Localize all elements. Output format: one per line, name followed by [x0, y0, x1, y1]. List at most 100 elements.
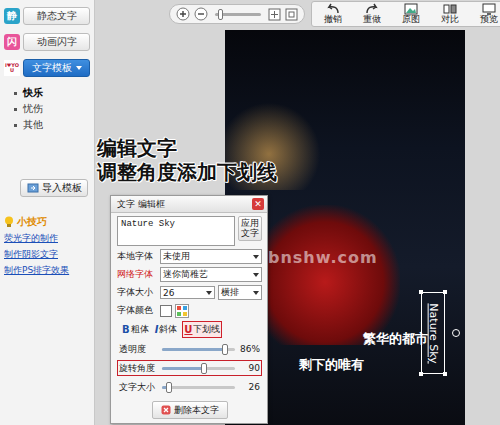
mode-icon: I♥YOU — [4, 60, 20, 76]
text-layer[interactable]: 剩下的唯有 — [299, 356, 364, 374]
text-style-icon: U — [184, 324, 192, 335]
category-item[interactable]: 其他 — [14, 117, 90, 133]
text-input-row: Nature Sky应用文字 — [117, 216, 262, 246]
color-swatch[interactable] — [160, 305, 172, 317]
text-style-row: B粗体 I斜体U下划线 — [117, 321, 262, 338]
slider-label: 透明度 — [119, 343, 159, 356]
bullet-icon — [14, 92, 17, 95]
rotate-handle-icon[interactable] — [452, 329, 460, 337]
font-select[interactable]: 迷你简稚艺 — [160, 267, 262, 282]
font-select[interactable]: 未使用 — [160, 249, 262, 264]
rotated-text: Nature Sky — [427, 303, 440, 363]
mode-button[interactable]: 动画闪字 — [23, 33, 90, 51]
category-item[interactable]: 忧伤 — [14, 101, 90, 117]
delete-text-button[interactable]: 删除本文字 — [152, 401, 228, 419]
slider-row: 旋转角度90 — [117, 360, 262, 376]
category-list: 快乐 忧伤 其他 — [4, 85, 90, 133]
bullet-icon — [14, 108, 17, 111]
font-field-row: 本地字体未使用 — [117, 249, 262, 264]
resize-handle[interactable] — [419, 372, 423, 376]
fit-window-icon[interactable] — [268, 8, 281, 21]
slider-thumb[interactable] — [222, 344, 228, 355]
field-label: 字体大小 — [117, 286, 157, 299]
slider-row: 文字大小26 — [117, 379, 262, 395]
caption-line: 调整角度添加下划线 — [97, 160, 277, 184]
resize-handle[interactable] — [419, 290, 423, 294]
redo-icon — [365, 3, 379, 15]
mode-icon: 闪 — [4, 34, 20, 50]
dropdown-arrow-icon — [253, 255, 259, 259]
mode-button[interactable]: 文字模板 — [23, 59, 90, 77]
orientation-select[interactable]: 横排 — [218, 285, 262, 300]
zoom-slider-thumb[interactable] — [218, 9, 223, 20]
import-icon — [27, 182, 39, 194]
toolbar-button[interactable]: 预览 — [470, 3, 500, 25]
slider-track[interactable] — [162, 386, 235, 389]
font-size-select[interactable]: 26 — [160, 286, 215, 299]
tips-panel: 小技巧荧光字的制作制作阴影文字制作PS排字效果 — [4, 215, 90, 277]
tip-link[interactable]: 荧光字的制作 — [4, 232, 90, 245]
slider-fill — [162, 367, 204, 370]
toolbar-button-label: 对比 — [441, 15, 459, 25]
lightbulb-icon — [4, 216, 14, 228]
annotation-caption: 编辑文字调整角度添加下划线 — [97, 136, 277, 184]
slider-label: 旋转角度 — [119, 362, 159, 375]
field-label: 本地字体 — [117, 250, 157, 263]
font-color-row: 字体颜色 — [117, 303, 262, 318]
zoom-slider[interactable] — [215, 13, 261, 16]
close-button[interactable]: ✕ — [252, 198, 264, 210]
tip-link[interactable]: 制作PS排字效果 — [4, 264, 90, 277]
field-label: 网络字体 — [117, 268, 157, 281]
toolbar-button[interactable]: 对比 — [431, 3, 469, 25]
mode-row: 静静态文字 — [4, 7, 90, 25]
resize-handle[interactable] — [443, 290, 447, 294]
tip-link[interactable]: 制作阴影文字 — [4, 248, 90, 261]
text-input[interactable]: Nature Sky — [117, 216, 235, 246]
delete-row: 删除本文字 — [117, 398, 262, 420]
text-style-icon: I — [155, 324, 159, 335]
text-style-icon: B — [122, 324, 130, 335]
font-size-row: 字体大小26横排 — [117, 285, 262, 300]
caption-line: 编辑文字 — [97, 136, 277, 160]
actual-size-icon[interactable] — [285, 8, 298, 21]
field-label: 字体颜色 — [117, 304, 157, 317]
text-style-toggle[interactable]: B粗体 — [121, 322, 150, 337]
category-item[interactable]: 快乐 — [14, 85, 90, 101]
rotated-text-layer[interactable]: Nature Sky — [421, 292, 445, 374]
dropdown-arrow-icon — [253, 273, 259, 277]
toolbar-button[interactable]: 原图 — [392, 3, 430, 25]
slider-thumb[interactable] — [201, 363, 207, 374]
apply-button[interactable]: 应用文字 — [238, 216, 262, 241]
sidebar: 静静态文字 闪动画闪字 I♥YOU文字模板 快乐 忧伤 其他 导入模板 小技巧荧… — [0, 0, 95, 425]
color-palette-icon[interactable] — [175, 304, 189, 318]
text-layer[interactable]: 繁华的都市 — [363, 330, 428, 348]
resize-handle[interactable] — [443, 372, 447, 376]
app-window: 静静态文字 闪动画闪字 I♥YOU文字模板 快乐 忧伤 其他 导入模板 小技巧荧… — [0, 0, 500, 425]
mode-row: I♥YOU文字模板 — [4, 59, 90, 77]
slider-reading: 26 — [238, 382, 260, 392]
toolbar-button[interactable]: 重做 — [353, 3, 391, 25]
slider-track[interactable] — [162, 367, 235, 370]
text-edit-dialog: 文字 编辑框✕Nature Sky应用文字本地字体未使用网络字体迷你简稚艺字体大… — [110, 195, 268, 424]
zoom-out-icon[interactable] — [194, 7, 208, 21]
dialog-title-bar: 文字 编辑框✕ — [111, 196, 267, 213]
dropdown-arrow-icon — [206, 291, 212, 295]
tips-title: 小技巧 — [4, 215, 90, 229]
mode-button[interactable]: 静态文字 — [23, 7, 90, 25]
slider-thumb[interactable] — [166, 382, 172, 393]
slider-track[interactable] — [162, 348, 235, 351]
text-style-toggle[interactable]: U下划线 — [182, 321, 222, 338]
toolbar-button[interactable]: 撤销 — [314, 3, 352, 25]
zoom-in-icon[interactable] — [176, 7, 190, 21]
bullet-icon — [14, 124, 17, 127]
delete-icon — [161, 405, 171, 415]
text-style-toggle[interactable]: I斜体 — [154, 322, 179, 337]
font-field-row: 网络字体迷你简稚艺 — [117, 267, 262, 282]
slider-reading: 86% — [238, 344, 260, 354]
action-buttons: 撤销重做原图 对比 预览 — [311, 1, 500, 27]
slider-row: 透明度 86% — [117, 341, 262, 357]
import-button[interactable]: 导入模板 — [20, 179, 88, 197]
slider-fill — [162, 348, 225, 351]
toolbar: 撤销重做原图 对比 预览 — [95, 0, 500, 28]
toolbar-button-label: 原图 — [402, 15, 420, 25]
